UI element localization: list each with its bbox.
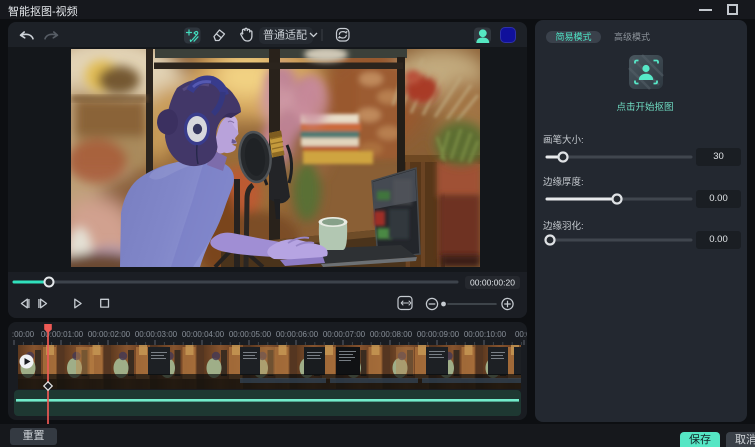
svg-text:00:00:00:20: 00:00:00:20 — [470, 278, 515, 288]
svg-text:00:00:03:00: 00:00:03:00 — [135, 330, 178, 339]
svg-text:普通适配: 普通适配 — [263, 28, 307, 42]
svg-text:00:00: 00:00 — [515, 330, 527, 339]
svg-text:00:00:09:00: 00:00:09:00 — [417, 330, 460, 339]
svg-text:00:00:06:00: 00:00:06:00 — [276, 330, 319, 339]
svg-text::00:00: :00:00 — [12, 330, 35, 339]
svg-text:00:00:07:00: 00:00:07:00 — [323, 330, 366, 339]
svg-text:00:00:05:00: 00:00:05:00 — [229, 330, 272, 339]
svg-text:00:00:10:00: 00:00:10:00 — [464, 330, 507, 339]
svg-text:00:00:04:00: 00:00:04:00 — [182, 330, 225, 339]
svg-text:00:00:02:00: 00:00:02:00 — [88, 330, 131, 339]
svg-text:00:00:08:00: 00:00:08:00 — [370, 330, 413, 339]
